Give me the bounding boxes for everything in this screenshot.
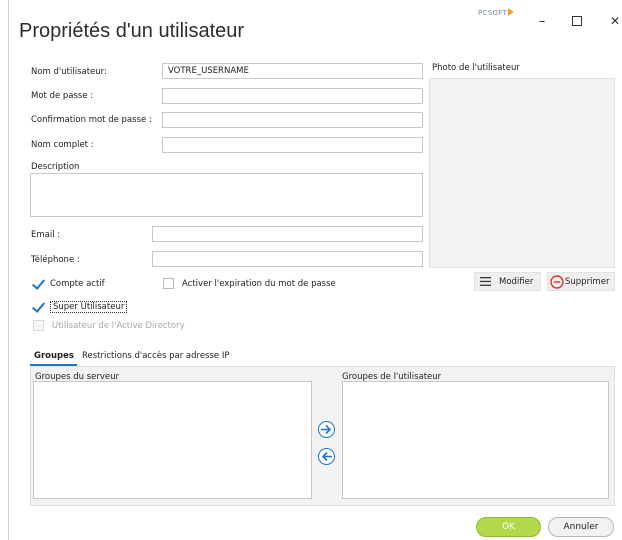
maximize-button[interactable] <box>563 10 591 32</box>
arrow-left-icon <box>322 452 332 461</box>
description-label: Description <box>31 162 80 172</box>
fullname-label: Nom complet : <box>31 140 94 150</box>
super-user-label: Super Utilisateur <box>50 301 128 313</box>
phone-label: Téléphone : <box>31 255 80 265</box>
delete-photo-label: Supprimer <box>565 276 610 287</box>
super-user-checkbox[interactable]: Super Utilisateur <box>31 300 128 314</box>
maximize-icon <box>572 16 582 26</box>
checkbox-icon <box>163 278 174 289</box>
tab-groups[interactable]: Groupes <box>34 351 74 361</box>
server-groups-list[interactable] <box>33 381 312 499</box>
photo-label: Photo de l'utilisateur <box>432 63 520 73</box>
modify-photo-button[interactable]: Modifier <box>474 272 541 291</box>
password-confirm-label: Confirmation mot de passe : <box>31 115 152 125</box>
minimize-icon: – <box>538 13 546 29</box>
phone-field[interactable] <box>152 251 423 267</box>
user-groups-list[interactable] <box>342 381 609 499</box>
username-label: Nom d'utilisateur: <box>31 67 107 77</box>
menu-icon <box>480 277 491 286</box>
tab-ip-restrictions[interactable]: Restrictions d'accès par adresse IP <box>82 351 229 361</box>
description-field[interactable] <box>30 173 423 217</box>
active-account-label: Compte actif <box>50 279 105 289</box>
active-account-checkbox[interactable]: Compte actif <box>31 277 105 291</box>
password-expiration-checkbox[interactable]: Activer l'expiration du mot de passe <box>163 278 336 289</box>
minus-circle-icon <box>550 274 564 289</box>
cancel-button[interactable]: Annuler <box>548 517 614 537</box>
active-directory-checkbox[interactable]: Utilisateur de l'Active Directory <box>33 320 185 331</box>
email-field[interactable] <box>152 226 423 242</box>
email-label: Email : <box>31 230 61 240</box>
close-icon: ✕ <box>609 14 621 28</box>
password-expiration-label: Activer l'expiration du mot de passe <box>182 278 336 289</box>
checkmark-icon <box>31 277 45 291</box>
modify-photo-label: Modifier <box>499 276 534 287</box>
username-field[interactable] <box>162 63 423 79</box>
close-button[interactable]: ✕ <box>601 10 622 32</box>
ok-button[interactable]: OK <box>476 517 541 537</box>
password-confirm-field[interactable] <box>162 112 423 128</box>
active-directory-label: Utilisateur de l'Active Directory <box>52 320 185 331</box>
password-label: Mot de passe : <box>31 91 94 101</box>
minimize-button[interactable]: – <box>528 10 556 32</box>
password-field[interactable] <box>162 88 423 104</box>
delete-photo-button[interactable]: Supprimer <box>547 272 615 291</box>
fullname-field[interactable] <box>162 137 423 153</box>
add-group-button[interactable] <box>318 421 335 438</box>
checkmark-icon <box>31 300 45 314</box>
window-title: Propriétés d'un utilisateur <box>19 20 245 42</box>
user-photo-area[interactable] <box>429 78 615 268</box>
pcsoft-logo: PCSOFT <box>478 8 515 17</box>
checkbox-icon <box>33 320 44 331</box>
arrow-right-icon <box>321 425 331 434</box>
remove-group-button[interactable] <box>318 448 335 465</box>
